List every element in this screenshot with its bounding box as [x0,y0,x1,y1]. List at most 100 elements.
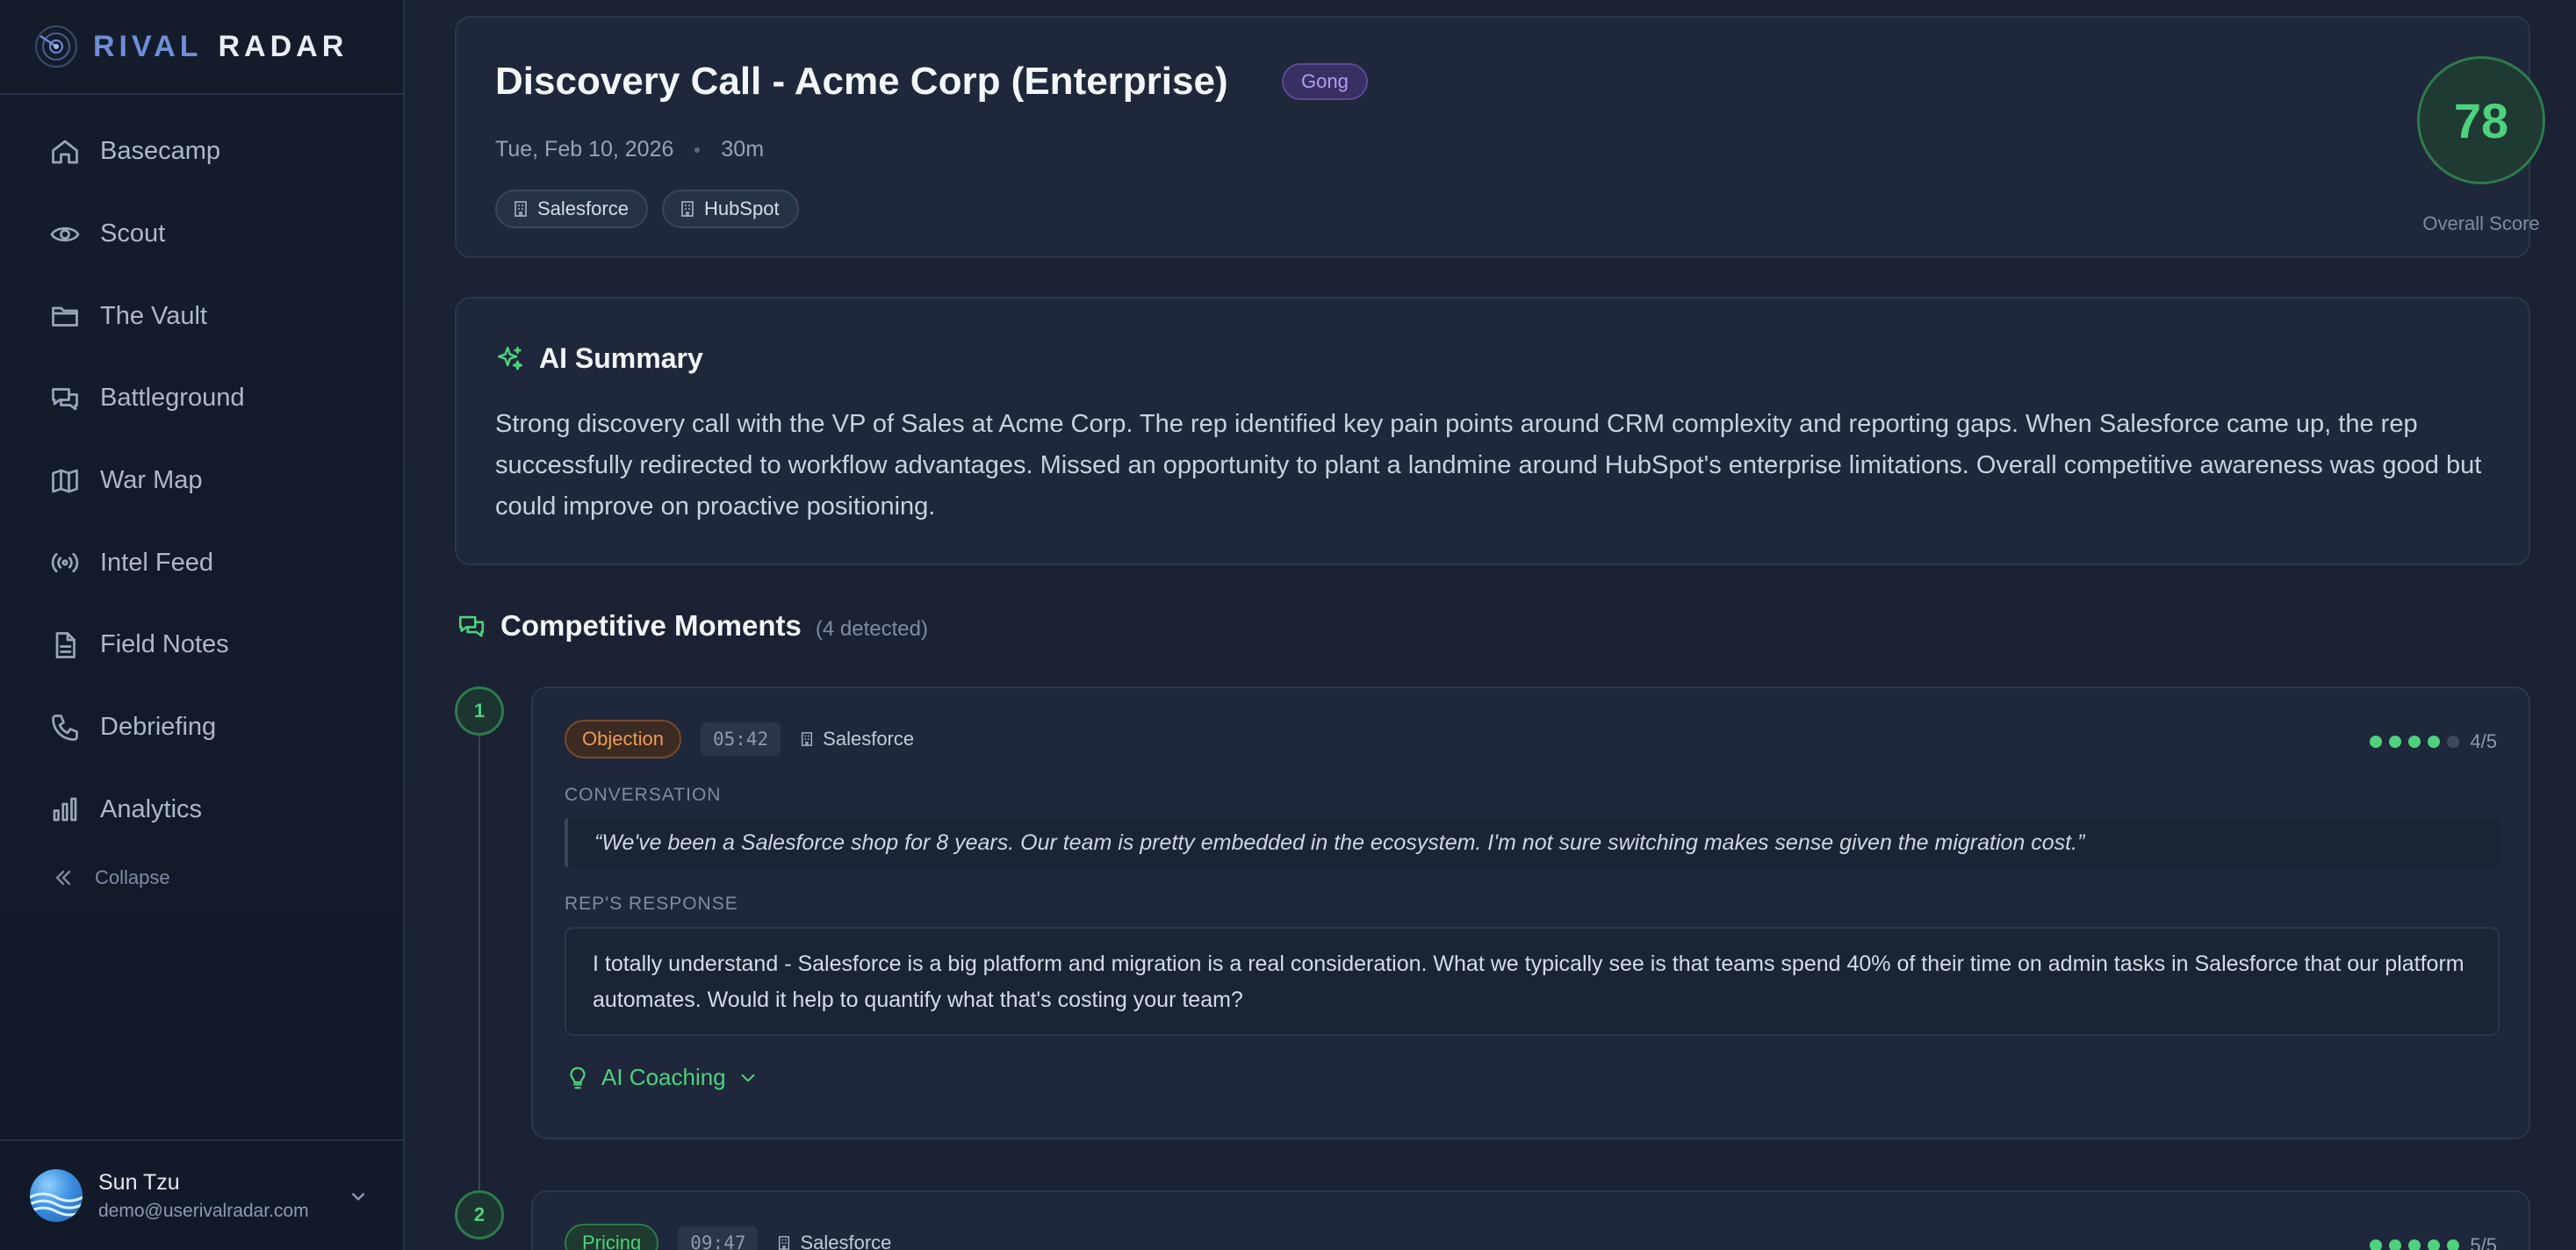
brand[interactable]: RIVAL RADAR [0,0,403,95]
sidebar-item-label: Battleground [100,384,245,413]
overall-score-label: Overall Score [2422,212,2540,234]
building-icon [681,201,694,217]
eye-icon [50,226,80,241]
sidebar-item-label: Analytics [100,794,203,823]
moment-competitor: Salesforce [777,1232,891,1250]
summary-text: Strong discovery call with the VP of Sal… [495,410,2482,521]
collapse-button[interactable]: Collapse [0,856,403,900]
main-content: Discovery Call - Acme Corp (Enterprise) … [405,0,2576,1250]
response-label: REP'S RESPONSE [565,894,738,914]
rating-text: 4/5 [2470,730,2497,752]
moments-count: (4 detected) [815,617,928,641]
sidebar-item-war-map[interactable]: War Map [0,440,403,522]
folder-icon [52,306,78,327]
map-icon [52,469,78,492]
chevron-down-icon [741,1074,755,1081]
rep-response: I totally understand - Salesforce is a b… [565,927,2500,1036]
moment-card: Objection 05:42 Salesforce 4/5 CONVERSAT… [531,686,2530,1139]
sidebar-item-label: Basecamp [100,137,221,166]
sidebar-item-basecamp[interactable]: Basecamp [0,111,403,193]
call-meta: Tue, Feb 10, 2026 30m [495,137,764,162]
page-title: Discovery Call - Acme Corp (Enterprise) [495,60,1228,103]
competitor-chip-salesforce[interactable]: Salesforce [495,190,648,228]
separator-dot [694,147,701,153]
sidebar-item-label: Scout [100,219,166,248]
sidebar-item-label: The Vault [100,301,207,330]
call-duration: 30m [721,137,765,162]
moment-type-badge: Objection [565,720,681,758]
sidebar-item-label: Field Notes [100,630,229,659]
user-email: demo@userivalradar.com [98,1200,309,1221]
avatar [30,1169,83,1222]
competitor-chip-hubspot[interactable]: HubSpot [661,190,799,228]
sidebar-item-debriefing[interactable]: Debriefing [0,686,403,769]
user-name: Sun Tzu [98,1169,180,1195]
sidebar-item-the-vault[interactable]: The Vault [0,275,403,357]
call-date: Tue, Feb 10, 2026 [495,137,674,162]
sidebar-item-battleground[interactable]: Battleground [0,357,403,440]
moment-timestamp[interactable]: 05:42 [700,722,781,756]
competitor-chips: Salesforce HubSpot [495,190,799,228]
brand-word-rival: RIVAL [93,29,203,63]
rating-dot [2447,1239,2460,1250]
chat-bubbles-icon [52,388,78,411]
building-icon [514,201,527,217]
moment-rating: 4/5 [2363,730,2497,753]
radar-logo-icon [35,25,77,68]
rating-dot [2370,1239,2383,1250]
sidebar-item-analytics[interactable]: Analytics [0,769,403,851]
sparkles-icon [497,346,523,370]
call-header-card: Discovery Call - Acme Corp (Enterprise) … [455,16,2545,258]
timeline-line [479,734,480,1190]
broadcast-icon [51,553,79,573]
conversation-quote: “We've been a Salesforce shop for 8 year… [565,818,2500,867]
ai-coaching-label: AI Coaching [601,1064,726,1090]
conversation-label: CONVERSATION [565,785,722,805]
sidebar-nav: Basecamp Scout The Vault Battleground Wa… [0,95,403,851]
overall-score: 78 [2417,56,2545,184]
building-icon [779,1236,790,1250]
moments-title: Competitive Moments [500,609,802,642]
home-icon [52,140,78,164]
double-chevron-left-icon [55,871,71,886]
chevron-down-icon[interactable] [347,1185,370,1208]
moments-header: Competitive Moments (4 detected) [455,606,928,643]
rating-dot [2447,736,2460,748]
phone-icon [52,714,78,741]
wave-avatar-icon [30,1192,83,1217]
sidebar-item-scout[interactable]: Scout [0,193,403,276]
sidebar-item-intel-feed[interactable]: Intel Feed [0,521,403,604]
moment-card: Pricing 09:47 Salesforce 5/5 [531,1190,2530,1250]
user-menu[interactable]: Sun Tzu demo@userivalradar.com [0,1139,403,1250]
chip-label: Salesforce [537,198,629,219]
rating-dot [2389,1239,2402,1250]
bar-chart-icon [53,797,77,822]
ai-coaching-toggle[interactable]: AI Coaching [565,1064,759,1091]
collapse-label: Collapse [95,866,170,889]
rating-dot [2428,736,2441,748]
moment-competitor: Salesforce [800,728,914,751]
rating-dot [2370,736,2383,748]
source-badge: Gong [1282,63,1368,100]
building-icon [802,732,813,746]
sidebar-item-field-notes[interactable]: Field Notes [0,604,403,686]
document-icon [55,632,76,658]
lightbulb-icon [570,1067,586,1088]
competitor-label: Salesforce [823,728,915,750]
sidebar: RIVAL RADAR Basecamp Scout The Vault Batt… [0,0,405,1250]
moment-rating: 5/5 [2363,1234,2497,1250]
brand-word-radar: RADAR [218,29,349,63]
chat-bubbles-icon [458,615,485,637]
chip-label: HubSpot [703,198,780,219]
ai-summary-card: AI Summary Strong discovery call with th… [455,297,2530,565]
moment-type-badge: Pricing [565,1224,659,1250]
rating-dot [2408,1239,2421,1250]
moment-number-2: 2 [455,1190,504,1239]
rating-dot [2408,736,2421,748]
sidebar-item-label: Debriefing [100,713,217,742]
rating-text: 5/5 [2470,1234,2497,1250]
moment-number-1: 1 [455,686,504,736]
moment-timestamp[interactable]: 09:47 [678,1226,759,1250]
sidebar-item-label: Intel Feed [100,548,213,577]
rating-dot [2428,1239,2441,1250]
